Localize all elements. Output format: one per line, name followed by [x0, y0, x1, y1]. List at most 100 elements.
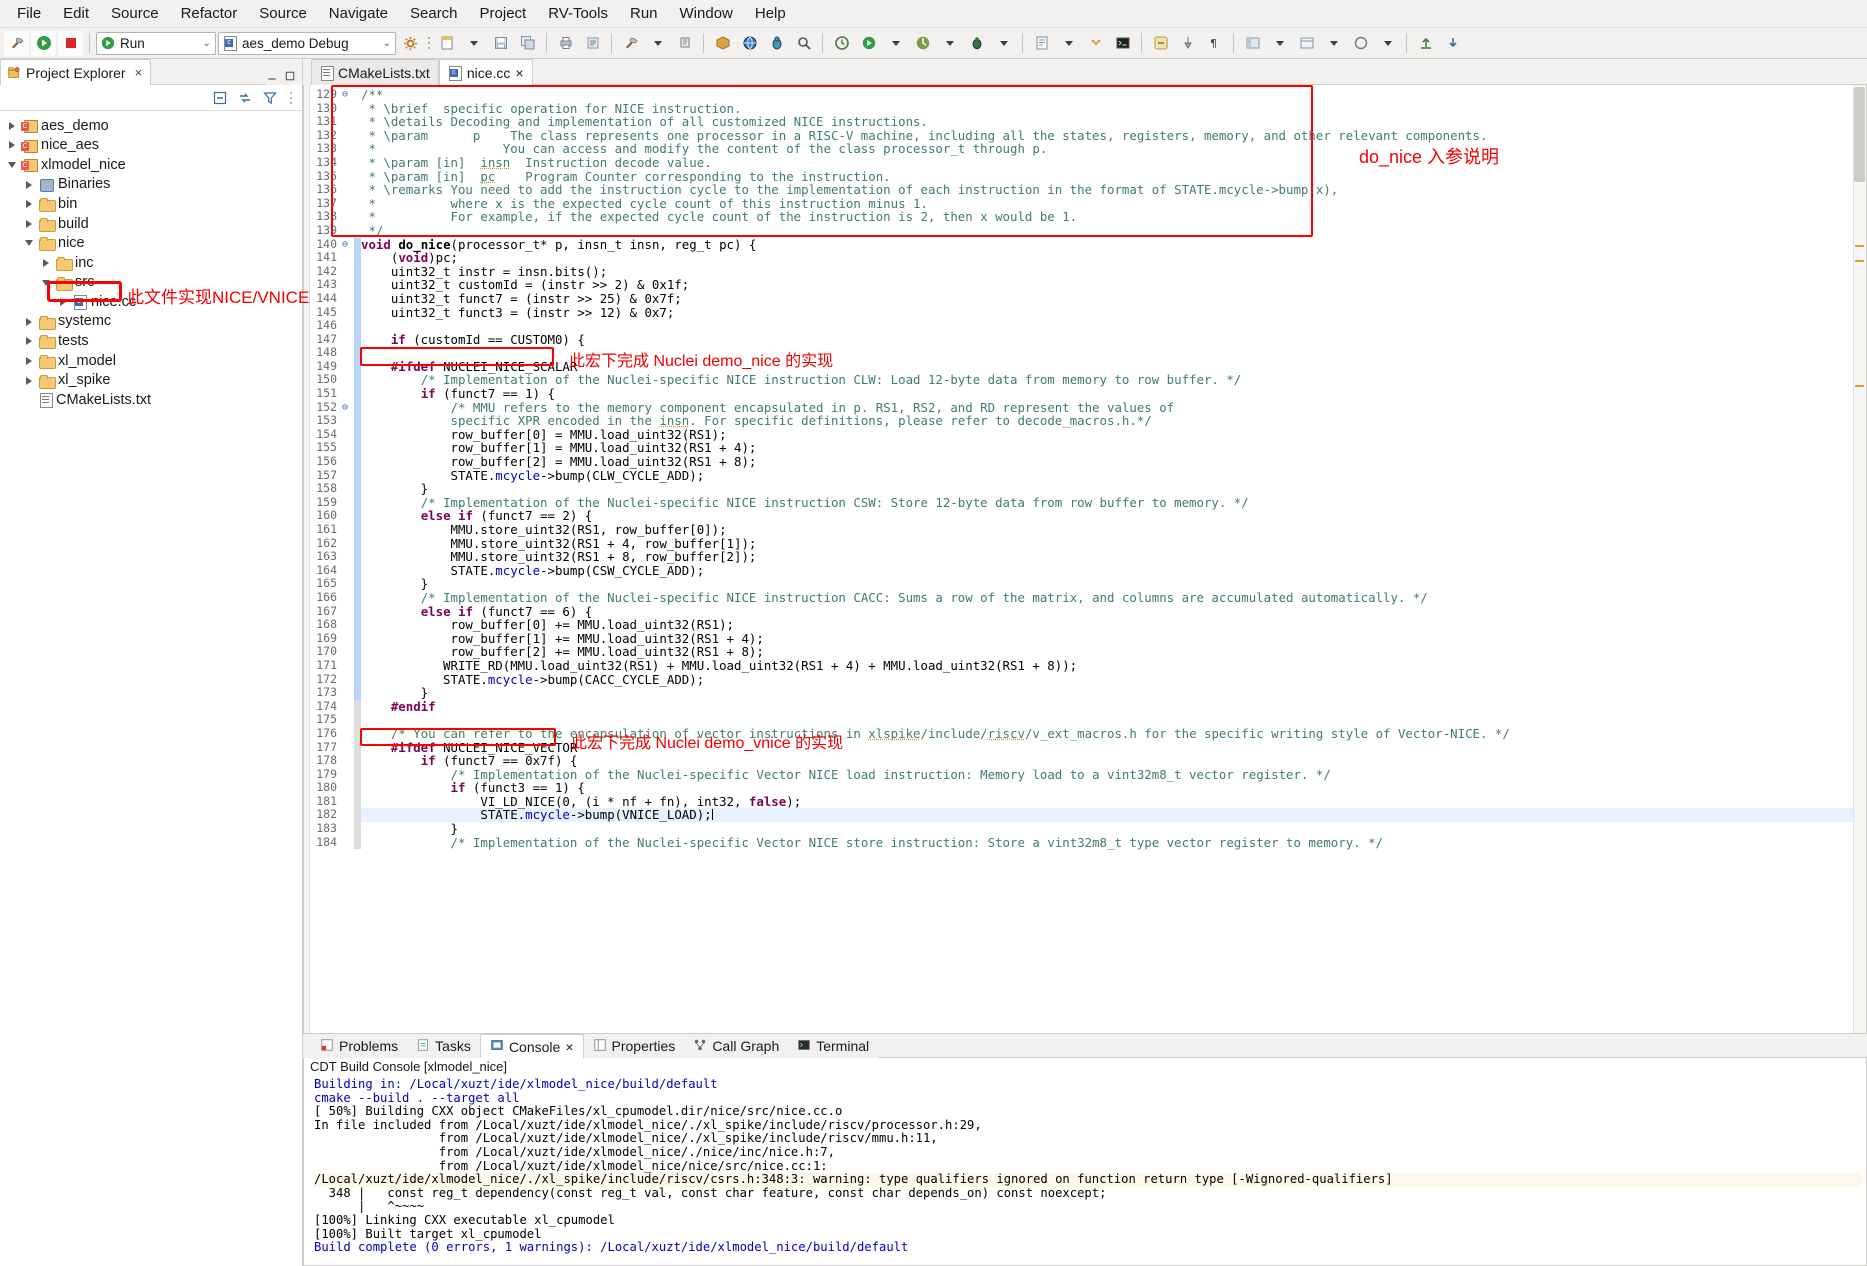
- code-line[interactable]: void do_nice(processor_t* p, insn_t insn…: [361, 237, 1866, 252]
- menu-item-source[interactable]: Source: [248, 3, 318, 24]
- code-line[interactable]: if (funct7 == 1) {: [361, 387, 1866, 401]
- fold-marker[interactable]: [342, 333, 354, 347]
- code-line[interactable]: }: [361, 482, 1866, 496]
- fold-marker[interactable]: [342, 618, 354, 632]
- fold-marker[interactable]: [342, 482, 354, 496]
- code-line[interactable]: #endif: [361, 699, 1866, 714]
- console-output[interactable]: Building in: /Local/xuzt/ide/xlmodel_nic…: [303, 1077, 1867, 1266]
- code-line[interactable]: row_buffer[0] += MMU.load_uint32(RS1);: [361, 618, 1866, 632]
- console-tab-problems[interactable]: Problems: [311, 1034, 407, 1058]
- tab-project-explorer[interactable]: Project Explorer ×: [0, 59, 152, 85]
- scrollbar-thumb[interactable]: [1854, 87, 1865, 182]
- tree-item-systemc[interactable]: systemc: [0, 312, 302, 332]
- fold-marker[interactable]: [342, 632, 354, 646]
- terminal-icon[interactable]: [1110, 31, 1135, 56]
- fold-marker[interactable]: [342, 183, 354, 197]
- code-line[interactable]: VI_LD_NICE(0, (i * nf + fn), int32, fals…: [361, 795, 1866, 809]
- code-line[interactable]: }: [361, 822, 1866, 836]
- fold-marker[interactable]: [342, 754, 354, 768]
- tree-item-inc[interactable]: inc: [0, 253, 302, 273]
- code-line[interactable]: * \details Decoding and implementation o…: [361, 115, 1866, 129]
- fold-marker[interactable]: [342, 768, 354, 782]
- code-line[interactable]: MMU.store_uint32(RS1 + 8, row_buffer[2])…: [361, 550, 1866, 564]
- twisty-expanded-icon[interactable]: [40, 279, 52, 286]
- code-line[interactable]: /* Implementation of the Nuclei-specific…: [361, 373, 1866, 387]
- fold-marker[interactable]: ⊖: [342, 238, 354, 252]
- code-line[interactable]: else if (funct7 == 2) {: [361, 509, 1866, 523]
- globe-icon[interactable]: [737, 31, 762, 56]
- fold-marker[interactable]: [342, 115, 354, 129]
- code-line[interactable]: }: [361, 686, 1866, 700]
- launch-config-combo[interactable]: aes_demo Debug ⌄: [218, 31, 396, 55]
- menu-item-refactor[interactable]: Refactor: [170, 3, 249, 24]
- fold-marker[interactable]: [342, 673, 354, 687]
- code-line[interactable]: WRITE_RD(MMU.load_uint32(RS1) + MMU.load…: [361, 659, 1866, 673]
- menu-item-project[interactable]: Project: [469, 3, 538, 24]
- fold-marker[interactable]: [342, 455, 354, 469]
- code-line[interactable]: * \param p The class represents one proc…: [361, 128, 1866, 143]
- perspective-dropdown-icon[interactable]: [1267, 31, 1292, 56]
- fold-marker[interactable]: [342, 795, 354, 809]
- fold-marker[interactable]: [342, 550, 354, 564]
- code-line[interactable]: if (funct3 == 1) {: [361, 781, 1866, 795]
- twisty-expanded-icon[interactable]: [23, 240, 35, 247]
- fold-marker[interactable]: [342, 659, 354, 673]
- code-line[interactable]: uint32_t customId = (instr >> 2) & 0x1f;: [361, 278, 1866, 292]
- run-external-icon[interactable]: [856, 31, 881, 56]
- fold-marker[interactable]: [342, 741, 354, 755]
- new-file-icon[interactable]: [434, 31, 459, 56]
- close-icon[interactable]: ×: [565, 1039, 573, 1055]
- code-line[interactable]: /* Implementation of the Nuclei-specific…: [361, 591, 1866, 605]
- fold-marker[interactable]: [342, 265, 354, 279]
- tree-item-xl-model[interactable]: xl_model: [0, 351, 302, 371]
- menu-item-source[interactable]: Source: [100, 3, 170, 24]
- fold-marker[interactable]: [342, 523, 354, 537]
- chevron-down-icon[interactable]: ⌄: [375, 38, 391, 49]
- code-line[interactable]: #ifdef NUCLEI_NICE_VECTOR: [361, 740, 1866, 755]
- tree-item-nice-aes[interactable]: nice_aes: [0, 136, 302, 156]
- fold-marker[interactable]: [342, 537, 354, 551]
- run-mode-combo[interactable]: Run ⌄: [96, 31, 216, 55]
- import-icon[interactable]: [1440, 31, 1465, 56]
- fold-marker[interactable]: [342, 197, 354, 211]
- profile-dropdown-icon[interactable]: [937, 31, 962, 56]
- fold-marker[interactable]: [342, 645, 354, 659]
- fold-marker[interactable]: [342, 808, 354, 822]
- fold-marker[interactable]: [342, 278, 354, 292]
- fold-marker[interactable]: [342, 428, 354, 442]
- twisty-collapsed-icon[interactable]: [23, 337, 35, 346]
- launch-config-settings-icon[interactable]: [398, 31, 423, 56]
- history-icon[interactable]: [829, 31, 854, 56]
- code-line[interactable]: }: [361, 577, 1866, 591]
- code-line[interactable]: else if (funct7 == 6) {: [361, 604, 1866, 619]
- code-line[interactable]: * \param [in] insn Instruction decode va…: [361, 156, 1866, 170]
- minimize-icon[interactable]: [266, 70, 278, 82]
- tree-item-nice[interactable]: nice: [0, 234, 302, 254]
- fold-marker[interactable]: [342, 727, 354, 741]
- save-icon[interactable]: [488, 31, 513, 56]
- overview-marker[interactable]: [1855, 245, 1864, 247]
- build-all-icon[interactable]: [618, 31, 643, 56]
- window-layout-icon[interactable]: [1294, 31, 1319, 56]
- fold-marker[interactable]: [342, 781, 354, 795]
- code-line[interactable]: STATE.mcycle->bump(CSW_CYCLE_ADD);: [361, 563, 1866, 578]
- code-line[interactable]: uint32_t funct3 = (instr >> 12) & 0x7;: [361, 305, 1866, 320]
- fold-marker[interactable]: [342, 591, 354, 605]
- code-line[interactable]: MMU.store_uint32(RS1, row_buffer[0]);: [361, 523, 1866, 537]
- menu-item-edit[interactable]: Edit: [52, 3, 100, 24]
- code-line[interactable]: /* Implementation of the Nuclei-specific…: [361, 835, 1866, 850]
- fold-marker[interactable]: [342, 700, 354, 714]
- open-type-icon[interactable]: [1029, 31, 1054, 56]
- twisty-collapsed-icon[interactable]: [6, 121, 18, 130]
- export-icon[interactable]: [1413, 31, 1438, 56]
- close-icon[interactable]: ×: [135, 65, 143, 80]
- code-line[interactable]: [361, 713, 1866, 727]
- code-line[interactable]: STATE.mcycle->bump(VNICE_LOAD);: [361, 808, 1866, 823]
- tree-item-binaries[interactable]: Binaries: [0, 175, 302, 195]
- fold-marker[interactable]: [342, 509, 354, 523]
- tree-item-cmakelists-txt[interactable]: CMakeLists.txt: [0, 390, 302, 410]
- code-line[interactable]: /* Implementation of the Nuclei-specific…: [361, 767, 1866, 782]
- more-dropdown-icon[interactable]: [1375, 31, 1400, 56]
- save-all-icon[interactable]: [515, 31, 540, 56]
- editor-vertical-scrollbar[interactable]: [1853, 85, 1866, 1033]
